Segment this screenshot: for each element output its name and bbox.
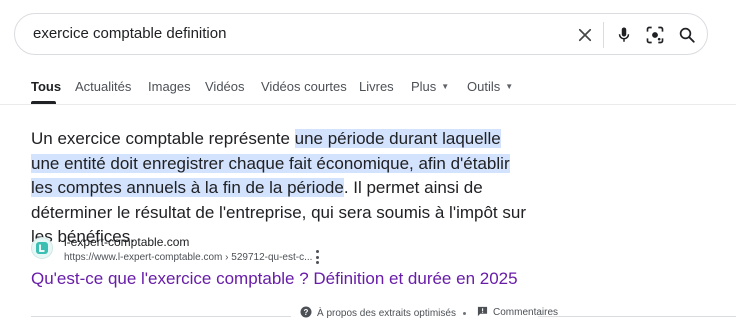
site-url[interactable]: https://www.l-expert-comptable.com › 529… (64, 252, 312, 263)
tab-more[interactable]: Plus ▼ (411, 79, 449, 94)
result-title-link[interactable]: Qu'est-ce que l'exercice comptable ? Déf… (31, 269, 518, 289)
tab-books[interactable]: Livres (359, 79, 394, 94)
tab-more-label: Plus (411, 79, 437, 94)
footer-divider-left (31, 316, 291, 317)
footer-separator (463, 312, 466, 315)
search-input[interactable]: exercice comptable definition (33, 25, 226, 42)
search-tabs: Tous Actualités Images Vidéos Vidéos cou… (0, 72, 736, 104)
more-options-icon[interactable] (312, 250, 322, 264)
search-icon[interactable] (675, 23, 699, 47)
search-divider (603, 22, 604, 48)
microphone-icon[interactable] (612, 23, 636, 47)
about-snippets-label: À propos des extraits optimisés (317, 308, 456, 319)
site-favicon[interactable] (31, 237, 53, 259)
feedback-icon (477, 306, 488, 317)
tab-tools-label: Outils (467, 79, 501, 94)
svg-text:?: ? (304, 308, 309, 317)
chevron-down-icon: ▼ (441, 82, 450, 91)
camera-lens-icon[interactable] (643, 23, 667, 47)
about-snippets-link[interactable]: ? À propos des extraits optimisés (300, 306, 456, 319)
tab-news[interactable]: Actualités (75, 79, 131, 94)
footer-divider-right (538, 316, 736, 317)
snippet-lead: Un exercice comptable représente (31, 129, 295, 148)
close-icon[interactable] (573, 23, 597, 47)
tab-tools[interactable]: Outils ▼ (467, 79, 513, 94)
tab-short-videos[interactable]: Vidéos courtes (261, 79, 347, 94)
chevron-down-icon: ▼ (505, 82, 514, 91)
help-icon: ? (300, 306, 312, 318)
tab-images[interactable]: Images (148, 79, 191, 94)
tab-videos[interactable]: Vidéos (205, 79, 245, 94)
tab-all[interactable]: Tous (31, 79, 61, 94)
tabs-divider (0, 104, 736, 105)
site-name[interactable]: l-expert-comptable.com (64, 235, 189, 249)
featured-snippet-text: Un exercice comptable représente une pér… (31, 127, 531, 250)
search-box[interactable]: exercice comptable definition (14, 13, 708, 55)
